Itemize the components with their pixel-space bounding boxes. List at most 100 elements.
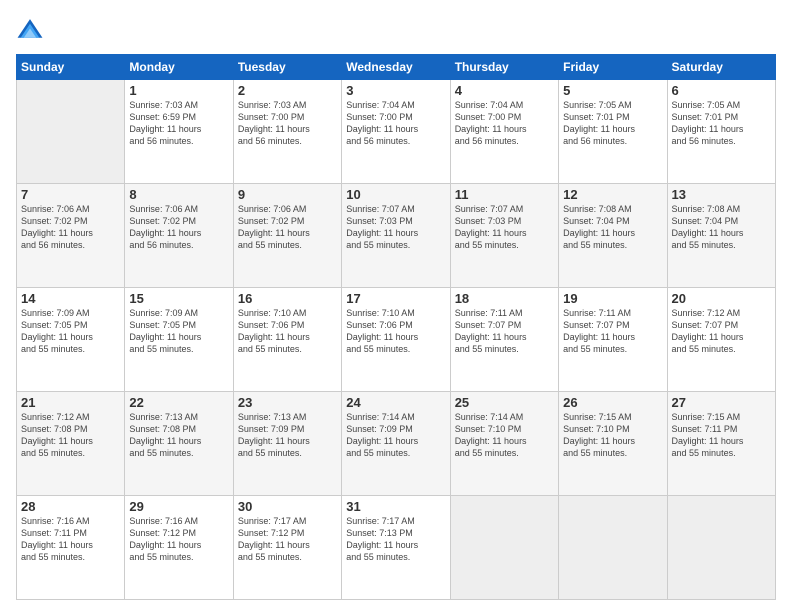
- calendar-cell: 24Sunrise: 7:14 AM Sunset: 7:09 PM Dayli…: [342, 392, 450, 496]
- calendar-table: SundayMondayTuesdayWednesdayThursdayFrid…: [16, 54, 776, 600]
- day-info: Sunrise: 7:14 AM Sunset: 7:10 PM Dayligh…: [455, 411, 554, 460]
- calendar-cell: 19Sunrise: 7:11 AM Sunset: 7:07 PM Dayli…: [559, 288, 667, 392]
- day-number: 31: [346, 499, 445, 514]
- day-info: Sunrise: 7:05 AM Sunset: 7:01 PM Dayligh…: [563, 99, 662, 148]
- day-number: 13: [672, 187, 771, 202]
- calendar-cell: 4Sunrise: 7:04 AM Sunset: 7:00 PM Daylig…: [450, 80, 558, 184]
- day-number: 5: [563, 83, 662, 98]
- day-info: Sunrise: 7:11 AM Sunset: 7:07 PM Dayligh…: [563, 307, 662, 356]
- day-number: 29: [129, 499, 228, 514]
- day-info: Sunrise: 7:09 AM Sunset: 7:05 PM Dayligh…: [129, 307, 228, 356]
- day-number: 16: [238, 291, 337, 306]
- day-number: 11: [455, 187, 554, 202]
- calendar-cell: 2Sunrise: 7:03 AM Sunset: 7:00 PM Daylig…: [233, 80, 341, 184]
- day-number: 4: [455, 83, 554, 98]
- calendar-cell: [559, 496, 667, 600]
- header: [16, 16, 776, 44]
- calendar-cell: 14Sunrise: 7:09 AM Sunset: 7:05 PM Dayli…: [17, 288, 125, 392]
- day-info: Sunrise: 7:12 AM Sunset: 7:07 PM Dayligh…: [672, 307, 771, 356]
- day-number: 7: [21, 187, 120, 202]
- day-number: 17: [346, 291, 445, 306]
- day-number: 2: [238, 83, 337, 98]
- day-info: Sunrise: 7:12 AM Sunset: 7:08 PM Dayligh…: [21, 411, 120, 460]
- calendar-cell: 22Sunrise: 7:13 AM Sunset: 7:08 PM Dayli…: [125, 392, 233, 496]
- day-info: Sunrise: 7:16 AM Sunset: 7:12 PM Dayligh…: [129, 515, 228, 564]
- calendar-cell: [450, 496, 558, 600]
- day-number: 26: [563, 395, 662, 410]
- header-row: SundayMondayTuesdayWednesdayThursdayFrid…: [17, 55, 776, 80]
- day-number: 15: [129, 291, 228, 306]
- calendar-cell: 16Sunrise: 7:10 AM Sunset: 7:06 PM Dayli…: [233, 288, 341, 392]
- day-info: Sunrise: 7:04 AM Sunset: 7:00 PM Dayligh…: [455, 99, 554, 148]
- calendar-cell: 12Sunrise: 7:08 AM Sunset: 7:04 PM Dayli…: [559, 184, 667, 288]
- calendar-week: 28Sunrise: 7:16 AM Sunset: 7:11 PM Dayli…: [17, 496, 776, 600]
- day-number: 30: [238, 499, 337, 514]
- calendar-week: 14Sunrise: 7:09 AM Sunset: 7:05 PM Dayli…: [17, 288, 776, 392]
- header-day: Monday: [125, 55, 233, 80]
- logo: [16, 16, 48, 44]
- day-info: Sunrise: 7:05 AM Sunset: 7:01 PM Dayligh…: [672, 99, 771, 148]
- day-number: 21: [21, 395, 120, 410]
- day-info: Sunrise: 7:06 AM Sunset: 7:02 PM Dayligh…: [238, 203, 337, 252]
- calendar-cell: 29Sunrise: 7:16 AM Sunset: 7:12 PM Dayli…: [125, 496, 233, 600]
- calendar-cell: 7Sunrise: 7:06 AM Sunset: 7:02 PM Daylig…: [17, 184, 125, 288]
- day-number: 1: [129, 83, 228, 98]
- day-number: 27: [672, 395, 771, 410]
- day-number: 19: [563, 291, 662, 306]
- calendar-cell: 27Sunrise: 7:15 AM Sunset: 7:11 PM Dayli…: [667, 392, 775, 496]
- header-day: Thursday: [450, 55, 558, 80]
- day-number: 3: [346, 83, 445, 98]
- day-info: Sunrise: 7:14 AM Sunset: 7:09 PM Dayligh…: [346, 411, 445, 460]
- day-info: Sunrise: 7:13 AM Sunset: 7:08 PM Dayligh…: [129, 411, 228, 460]
- day-info: Sunrise: 7:15 AM Sunset: 7:10 PM Dayligh…: [563, 411, 662, 460]
- day-number: 8: [129, 187, 228, 202]
- calendar-cell: 26Sunrise: 7:15 AM Sunset: 7:10 PM Dayli…: [559, 392, 667, 496]
- day-info: Sunrise: 7:06 AM Sunset: 7:02 PM Dayligh…: [21, 203, 120, 252]
- calendar-cell: 17Sunrise: 7:10 AM Sunset: 7:06 PM Dayli…: [342, 288, 450, 392]
- calendar-cell: [667, 496, 775, 600]
- day-number: 10: [346, 187, 445, 202]
- calendar-header: SundayMondayTuesdayWednesdayThursdayFrid…: [17, 55, 776, 80]
- calendar-cell: 13Sunrise: 7:08 AM Sunset: 7:04 PM Dayli…: [667, 184, 775, 288]
- day-info: Sunrise: 7:13 AM Sunset: 7:09 PM Dayligh…: [238, 411, 337, 460]
- header-day: Saturday: [667, 55, 775, 80]
- day-info: Sunrise: 7:07 AM Sunset: 7:03 PM Dayligh…: [455, 203, 554, 252]
- calendar-cell: [17, 80, 125, 184]
- day-number: 22: [129, 395, 228, 410]
- logo-icon: [16, 16, 44, 44]
- day-number: 25: [455, 395, 554, 410]
- calendar-cell: 23Sunrise: 7:13 AM Sunset: 7:09 PM Dayli…: [233, 392, 341, 496]
- day-info: Sunrise: 7:16 AM Sunset: 7:11 PM Dayligh…: [21, 515, 120, 564]
- calendar-cell: 21Sunrise: 7:12 AM Sunset: 7:08 PM Dayli…: [17, 392, 125, 496]
- calendar-cell: 1Sunrise: 7:03 AM Sunset: 6:59 PM Daylig…: [125, 80, 233, 184]
- calendar-week: 1Sunrise: 7:03 AM Sunset: 6:59 PM Daylig…: [17, 80, 776, 184]
- header-day: Sunday: [17, 55, 125, 80]
- calendar-cell: 20Sunrise: 7:12 AM Sunset: 7:07 PM Dayli…: [667, 288, 775, 392]
- day-number: 14: [21, 291, 120, 306]
- day-info: Sunrise: 7:08 AM Sunset: 7:04 PM Dayligh…: [672, 203, 771, 252]
- header-day: Friday: [559, 55, 667, 80]
- header-day: Wednesday: [342, 55, 450, 80]
- day-info: Sunrise: 7:09 AM Sunset: 7:05 PM Dayligh…: [21, 307, 120, 356]
- calendar-cell: 3Sunrise: 7:04 AM Sunset: 7:00 PM Daylig…: [342, 80, 450, 184]
- day-number: 28: [21, 499, 120, 514]
- day-number: 12: [563, 187, 662, 202]
- day-info: Sunrise: 7:07 AM Sunset: 7:03 PM Dayligh…: [346, 203, 445, 252]
- calendar-week: 21Sunrise: 7:12 AM Sunset: 7:08 PM Dayli…: [17, 392, 776, 496]
- day-info: Sunrise: 7:06 AM Sunset: 7:02 PM Dayligh…: [129, 203, 228, 252]
- calendar-cell: 8Sunrise: 7:06 AM Sunset: 7:02 PM Daylig…: [125, 184, 233, 288]
- calendar-cell: 10Sunrise: 7:07 AM Sunset: 7:03 PM Dayli…: [342, 184, 450, 288]
- day-info: Sunrise: 7:17 AM Sunset: 7:13 PM Dayligh…: [346, 515, 445, 564]
- day-info: Sunrise: 7:03 AM Sunset: 7:00 PM Dayligh…: [238, 99, 337, 148]
- calendar-cell: 25Sunrise: 7:14 AM Sunset: 7:10 PM Dayli…: [450, 392, 558, 496]
- day-info: Sunrise: 7:17 AM Sunset: 7:12 PM Dayligh…: [238, 515, 337, 564]
- day-info: Sunrise: 7:08 AM Sunset: 7:04 PM Dayligh…: [563, 203, 662, 252]
- day-info: Sunrise: 7:11 AM Sunset: 7:07 PM Dayligh…: [455, 307, 554, 356]
- page: SundayMondayTuesdayWednesdayThursdayFrid…: [0, 0, 792, 612]
- calendar-cell: 28Sunrise: 7:16 AM Sunset: 7:11 PM Dayli…: [17, 496, 125, 600]
- header-day: Tuesday: [233, 55, 341, 80]
- calendar-cell: 5Sunrise: 7:05 AM Sunset: 7:01 PM Daylig…: [559, 80, 667, 184]
- day-number: 9: [238, 187, 337, 202]
- day-info: Sunrise: 7:10 AM Sunset: 7:06 PM Dayligh…: [238, 307, 337, 356]
- calendar-cell: 31Sunrise: 7:17 AM Sunset: 7:13 PM Dayli…: [342, 496, 450, 600]
